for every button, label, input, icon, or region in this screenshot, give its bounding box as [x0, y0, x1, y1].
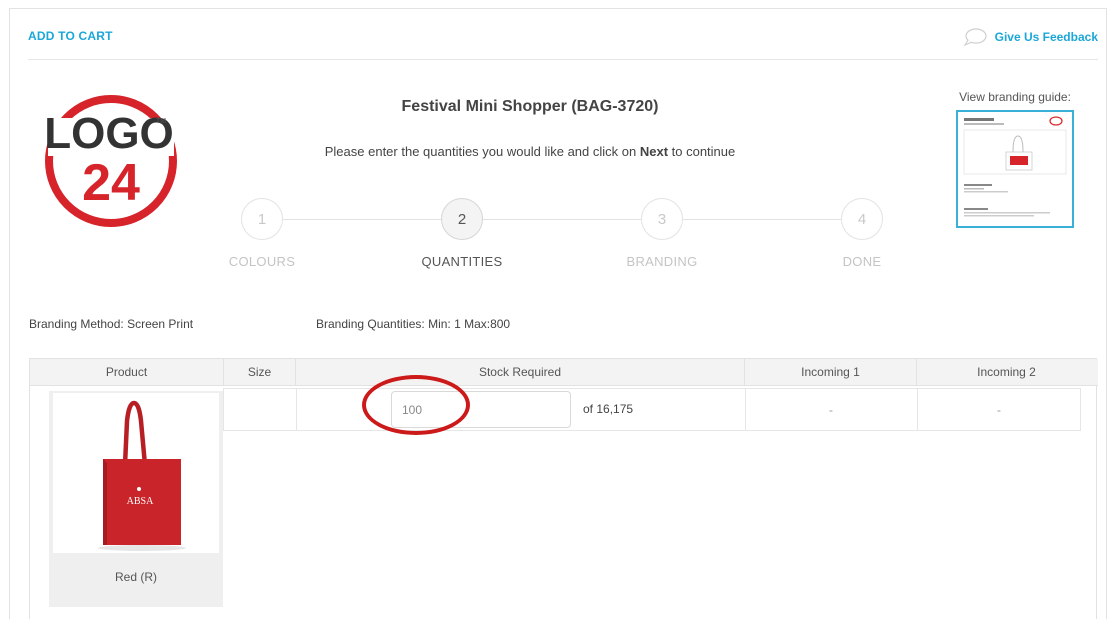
branding-guide: View branding guide: — [950, 90, 1080, 228]
step-label: COLOURS — [228, 254, 296, 269]
product-card: ABSA Red (R) — [49, 391, 223, 607]
branding-quantities: Branding Quantities: Min: 1 Max:800 — [316, 317, 511, 331]
step-label: QUANTITIES — [421, 254, 503, 269]
logo-text-24: 24 — [82, 154, 140, 212]
branding-guide-thumbnail[interactable] — [956, 110, 1074, 228]
feedback-group[interactable]: Give Us Feedback — [963, 28, 1098, 46]
incoming-1-value: - — [829, 403, 833, 417]
step-quantities[interactable]: 2 QUANTITIES — [402, 198, 522, 269]
guide-preview-image — [963, 116, 1067, 217]
col-header-product: Product — [30, 359, 224, 386]
stock-required-input[interactable] — [391, 391, 571, 428]
step-number: 3 — [641, 198, 683, 240]
step-number: 1 — [241, 198, 283, 240]
table-row: of 16,175 - - — [223, 375, 1081, 435]
next-keyword: Next — [639, 144, 669, 159]
step-done[interactable]: 4 DONE — [802, 198, 922, 269]
logo-tm: TM — [156, 118, 166, 125]
step-label: DONE — [842, 254, 882, 269]
step-number: 4 — [841, 198, 883, 240]
col-header-size: Size — [224, 359, 296, 386]
logo-text-logo: LOGO — [44, 109, 174, 158]
instructions-text: Please enter the quantities you would li… — [324, 144, 736, 159]
col-header-incoming-2: Incoming 2 — [977, 365, 1036, 379]
quantities-table: Product Size Stock Required Incoming 1 I… — [29, 358, 1098, 619]
step-branding[interactable]: 3 BRANDING — [602, 198, 722, 269]
variant-label: Red (R) — [114, 570, 157, 584]
step-label: BRANDING — [626, 254, 698, 269]
incoming-2-value: - — [997, 403, 1001, 417]
give-feedback-link[interactable]: Give Us Feedback — [995, 30, 1098, 44]
red-bag-image: ABSA — [53, 393, 219, 553]
steps-connector — [282, 219, 842, 220]
speech-bubble-icon — [963, 28, 987, 46]
cell-divider — [296, 389, 297, 430]
step-colours[interactable]: 1 COLOURS — [202, 198, 322, 269]
col-header-incoming-1: Incoming 1 — [745, 359, 917, 386]
bag-brand-text: ABSA — [127, 496, 154, 507]
col-header-stock-required: Stock Required — [296, 359, 745, 386]
stock-available-text: of 16,175 — [583, 402, 634, 416]
logo24-logo: LOGO TM 24 — [44, 95, 177, 227]
branding-guide-label: View branding guide: — [959, 90, 1071, 104]
branding-method: Branding Method: Screen Print — [29, 317, 194, 331]
step-number: 2 — [441, 198, 483, 240]
add-to-cart-link[interactable]: ADD TO CART — [28, 29, 113, 43]
top-bar: ADD TO CART Give Us Feedback — [28, 28, 1098, 60]
table-header-row: Product Size Stock Required Incoming 1 I… — [30, 359, 1098, 386]
product-title: Festival Mini Shopper (BAG-3720) — [401, 98, 659, 115]
